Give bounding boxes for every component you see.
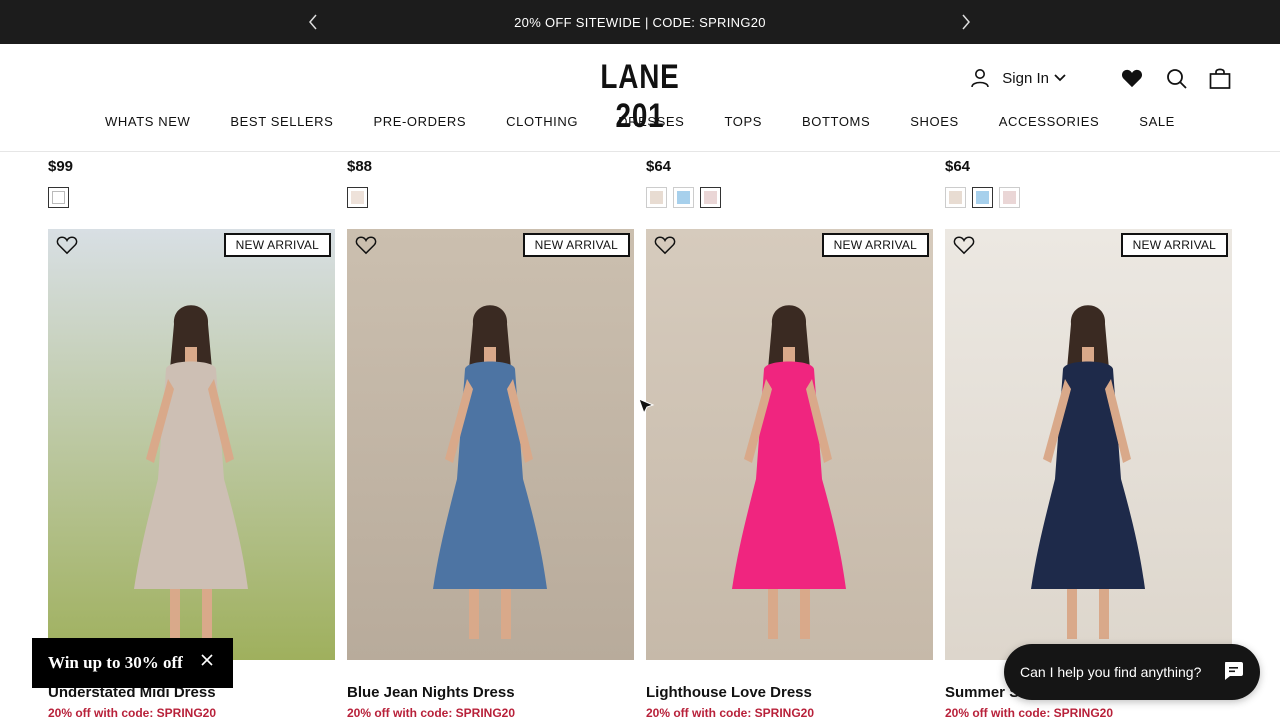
new-arrival-badge: NEW ARRIVAL (522, 233, 630, 257)
product-title[interactable]: Lighthouse Love Dress (646, 684, 933, 701)
color-swatch[interactable] (972, 187, 993, 208)
discount-popup-text[interactable]: Win up to 30% off (48, 653, 183, 673)
product-summary: $99 (48, 152, 335, 208)
swatch-color (52, 191, 65, 204)
chat-prompt[interactable]: Can I help you find anything? (1020, 664, 1201, 680)
color-swatch[interactable] (646, 187, 667, 208)
announcement-bar: 20% OFF SITEWIDE | CODE: SPRING20 (0, 0, 1280, 44)
heart-icon[interactable] (1120, 66, 1144, 90)
chevron-right-icon[interactable] (956, 12, 976, 32)
sign-in-label: Sign In (1002, 69, 1049, 87)
nav-item-clothing[interactable]: CLOTHING (506, 114, 578, 129)
nav-item-shoes[interactable]: SHOES (910, 114, 959, 129)
color-swatch[interactable] (999, 187, 1020, 208)
product-image[interactable]: NEW ARRIVAL (945, 229, 1232, 660)
wishlist-heart-icon[interactable] (953, 235, 975, 255)
swatch-color (704, 191, 717, 204)
color-swatches (945, 187, 1232, 208)
chevron-down-icon (1054, 74, 1066, 82)
product-price: $99 (48, 158, 74, 175)
product-card[interactable]: NEW ARRIVAL Lighthouse Love Dress 20% of… (646, 229, 933, 720)
color-swatch[interactable] (673, 187, 694, 208)
announcement-text[interactable]: 20% OFF SITEWIDE | CODE: SPRING20 (514, 15, 766, 30)
nav-item-sale[interactable]: SALE (1139, 114, 1175, 129)
swatch-color (650, 191, 663, 204)
product-summary: $64 (646, 152, 933, 208)
new-arrival-badge: NEW ARRIVAL (821, 233, 929, 257)
site-header: LANE 201 Sign In WHATS NEW BEST SELLERS … (0, 44, 1280, 152)
product-card[interactable]: NEW ARRIVAL Blue Jean Nights Dress 20% o… (347, 229, 634, 720)
product-photo (646, 229, 933, 660)
color-swatches (646, 187, 933, 208)
new-arrival-badge: NEW ARRIVAL (1120, 233, 1228, 257)
color-swatches (48, 187, 335, 208)
product-promo: 20% off with code: SPRING20 (347, 706, 516, 720)
wishlist-heart-icon[interactable] (654, 235, 676, 255)
chevron-left-icon[interactable] (303, 12, 323, 32)
product-promo: 20% off with code: SPRING20 (646, 706, 815, 720)
product-photo (48, 229, 335, 660)
sign-in-button[interactable]: Sign In (970, 68, 1078, 88)
bag-icon[interactable] (1208, 66, 1232, 90)
product-price: $64 (945, 158, 971, 175)
product-title[interactable]: Blue Jean Nights Dress (347, 684, 634, 701)
product-image[interactable]: NEW ARRIVAL (347, 229, 634, 660)
swatch-color (1003, 191, 1016, 204)
account-icon (971, 69, 990, 88)
chat-widget[interactable]: Can I help you find anything? (1004, 644, 1260, 700)
nav-item-tops[interactable]: TOPS (724, 114, 762, 129)
nav-item-best-sellers[interactable]: BEST SELLERS (230, 114, 333, 129)
nav-item-accessories[interactable]: ACCESSORIES (999, 114, 1100, 129)
product-promo: 20% off with code: SPRING20 (48, 706, 217, 720)
chat-bubble-icon[interactable] (1222, 660, 1244, 682)
search-icon[interactable] (1164, 66, 1188, 90)
color-swatch[interactable] (347, 187, 368, 208)
color-swatch[interactable] (700, 187, 721, 208)
product-promo: 20% off with code: SPRING20 (945, 706, 1114, 720)
nav-item-bottoms[interactable]: BOTTOMS (802, 114, 870, 129)
swatch-color (351, 191, 364, 204)
wishlist-heart-icon[interactable] (56, 235, 78, 255)
color-swatches (347, 187, 634, 208)
main-nav: WHATS NEW BEST SELLERS PRE-ORDERS CLOTHI… (0, 114, 1280, 129)
close-icon[interactable] (201, 653, 213, 671)
product-summary: $88 (347, 152, 634, 208)
previous-product-row: $99 $88 $64 $64 (0, 152, 1280, 222)
color-swatch[interactable] (48, 187, 69, 208)
swatch-color (677, 191, 690, 204)
nav-item-pre-orders[interactable]: PRE-ORDERS (373, 114, 466, 129)
wishlist-heart-icon[interactable] (355, 235, 377, 255)
color-swatch[interactable] (945, 187, 966, 208)
product-image[interactable]: NEW ARRIVAL (48, 229, 335, 660)
swatch-color (976, 191, 989, 204)
product-image[interactable]: NEW ARRIVAL (646, 229, 933, 660)
product-price: $88 (347, 158, 373, 175)
nav-item-whats-new[interactable]: WHATS NEW (105, 114, 190, 129)
discount-popup[interactable]: Win up to 30% off (32, 638, 233, 688)
nav-item-dresses[interactable]: DRESSES (618, 114, 684, 129)
product-summary: $64 (945, 152, 1232, 208)
product-photo (945, 229, 1232, 660)
mouse-cursor-icon (638, 398, 655, 415)
new-arrival-badge: NEW ARRIVAL (223, 233, 331, 257)
swatch-color (949, 191, 962, 204)
header-actions: Sign In (970, 64, 1232, 92)
product-photo (347, 229, 634, 660)
product-price: $64 (646, 158, 672, 175)
